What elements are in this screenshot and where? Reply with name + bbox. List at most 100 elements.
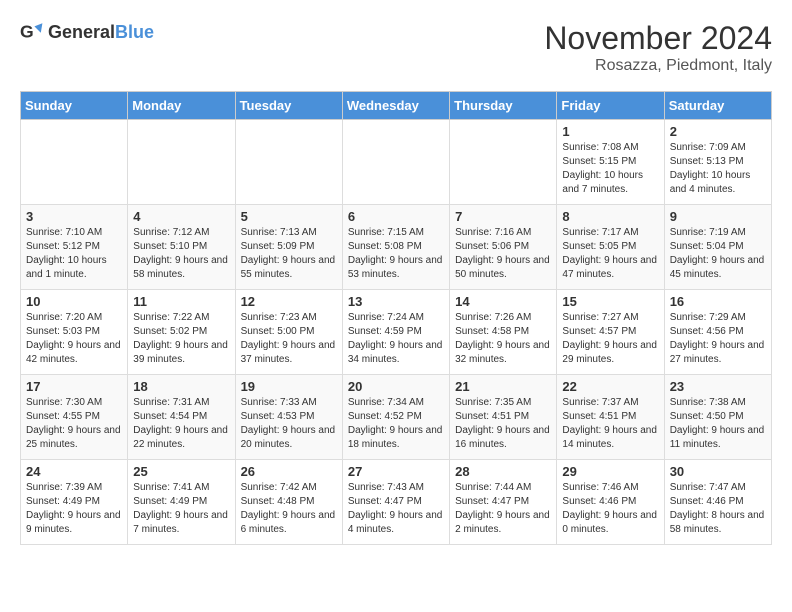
day-info: Sunrise: 7:46 AMSunset: 4:46 PMDaylight:… (562, 481, 658, 537)
calendar-cell: 11Sunrise: 7:22 AMSunset: 5:02 PMDayligh… (128, 290, 235, 375)
weekday-header-friday: Friday (557, 92, 664, 120)
weekday-header-wednesday: Wednesday (342, 92, 449, 120)
weekday-header-row: SundayMondayTuesdayWednesdayThursdayFrid… (21, 92, 772, 120)
day-info: Sunrise: 7:31 AMSunset: 4:54 PMDaylight:… (133, 396, 229, 452)
calendar-cell: 12 Sunrise: 7:23 AMSunset: 5:00 PMDayligh… (235, 290, 342, 375)
day-number: 7 (455, 209, 551, 224)
calendar-week-4: 17 Sunrise: 7:30 AMSunset: 4:55 PMDayligh… (21, 375, 772, 460)
calendar-week-1: 1 Sunrise: 7:08 AMSunset: 5:15 PMDaylight… (21, 120, 772, 205)
day-info: Sunrise: 7:47 AMSunset: 4:46 PMDaylight:… (670, 481, 766, 537)
day-number: 5 (241, 209, 337, 224)
calendar-cell: 18 Sunrise: 7:31 AMSunset: 4:54 PMDayligh… (128, 375, 235, 460)
day-info: Sunrise: 7:39 AMSunset: 4:49 PMDaylight:… (26, 481, 122, 537)
calendar-cell: 22 Sunrise: 7:37 AMSunset: 4:51 PMDayligh… (557, 375, 664, 460)
calendar-cell: 29 Sunrise: 7:46 AMSunset: 4:46 PMDayligh… (557, 460, 664, 545)
location-subtitle: Rosazza, Piedmont, Italy (544, 57, 772, 75)
calendar-cell: 24 Sunrise: 7:39 AMSunset: 4:49 PMDayligh… (21, 460, 128, 545)
calendar-cell: 23 Sunrise: 7:38 AMSunset: 4:50 PMDayligh… (664, 375, 771, 460)
day-info: Sunrise: 7:20 AMSunset: 5:03 PMDaylight:… (26, 311, 122, 367)
day-info: Sunrise: 7:34 AMSunset: 4:52 PMDaylight:… (348, 396, 444, 452)
calendar-cell (21, 120, 128, 205)
day-number: 8 (562, 209, 658, 224)
day-info: Sunrise: 7:30 AMSunset: 4:55 PMDaylight:… (26, 396, 122, 452)
day-number: 19 (241, 379, 337, 394)
day-number: 20 (348, 379, 444, 394)
calendar-cell: 25Sunrise: 7:41 AMSunset: 4:49 PMDayligh… (128, 460, 235, 545)
day-info: Sunrise: 7:43 AMSunset: 4:47 PMDaylight:… (348, 481, 444, 537)
day-number: 18 (133, 379, 229, 394)
weekday-header-thursday: Thursday (450, 92, 557, 120)
calendar-cell: 5 Sunrise: 7:13 AMSunset: 5:09 PMDaylight… (235, 205, 342, 290)
day-info: Sunrise: 7:15 AMSunset: 5:08 PMDaylight:… (348, 226, 444, 282)
calendar-week-5: 24 Sunrise: 7:39 AMSunset: 4:49 PMDayligh… (21, 460, 772, 545)
calendar-cell: 16 Sunrise: 7:29 AMSunset: 4:56 PMDayligh… (664, 290, 771, 375)
day-info: Sunrise: 7:38 AMSunset: 4:50 PMDaylight:… (670, 396, 766, 452)
day-number: 14 (455, 294, 551, 309)
day-info: Sunrise: 7:22 AMSunset: 5:02 PMDaylight:… (133, 311, 229, 367)
day-number: 17 (26, 379, 122, 394)
calendar-cell: 1 Sunrise: 7:08 AMSunset: 5:15 PMDaylight… (557, 120, 664, 205)
day-number: 12 (241, 294, 337, 309)
calendar-week-3: 10 Sunrise: 7:20 AMSunset: 5:03 PMDayligh… (21, 290, 772, 375)
day-number: 15 (562, 294, 658, 309)
weekday-header-monday: Monday (128, 92, 235, 120)
day-number: 2 (670, 124, 766, 139)
calendar-cell: 9 Sunrise: 7:19 AMSunset: 5:04 PMDaylight… (664, 205, 771, 290)
day-number: 30 (670, 464, 766, 479)
calendar-cell: 13 Sunrise: 7:24 AMSunset: 4:59 PMDayligh… (342, 290, 449, 375)
day-info: Sunrise: 7:27 AMSunset: 4:57 PMDaylight:… (562, 311, 658, 367)
calendar-cell: 4 Sunrise: 7:12 AMSunset: 5:10 PMDaylight… (128, 205, 235, 290)
day-info: Sunrise: 7:33 AMSunset: 4:53 PMDaylight:… (241, 396, 337, 452)
day-info: Sunrise: 7:17 AMSunset: 5:05 PMDaylight:… (562, 226, 658, 282)
day-number: 6 (348, 209, 444, 224)
calendar-cell: 26 Sunrise: 7:42 AMSunset: 4:48 PMDayligh… (235, 460, 342, 545)
calendar-cell: 10 Sunrise: 7:20 AMSunset: 5:03 PMDayligh… (21, 290, 128, 375)
day-number: 10 (26, 294, 122, 309)
day-info: Sunrise: 7:44 AMSunset: 4:47 PMDaylight:… (455, 481, 551, 537)
calendar-cell: 15 Sunrise: 7:27 AMSunset: 4:57 PMDayligh… (557, 290, 664, 375)
day-number: 16 (670, 294, 766, 309)
day-info: Sunrise: 7:29 AMSunset: 4:56 PMDaylight:… (670, 311, 766, 367)
day-info: Sunrise: 7:09 AMSunset: 5:13 PMDaylight:… (670, 141, 766, 197)
day-number: 25 (133, 464, 229, 479)
day-info: Sunrise: 7:12 AMSunset: 5:10 PMDaylight:… (133, 226, 229, 282)
day-info: Sunrise: 7:23 AMSunset: 5:00 PMDaylight:… (241, 311, 337, 367)
calendar-cell: 3Sunrise: 7:10 AMSunset: 5:12 PMDaylight… (21, 205, 128, 290)
day-number: 27 (348, 464, 444, 479)
calendar-cell (450, 120, 557, 205)
day-info: Sunrise: 7:42 AMSunset: 4:48 PMDaylight:… (241, 481, 337, 537)
calendar-cell (128, 120, 235, 205)
day-number: 28 (455, 464, 551, 479)
logo-blue: Blue (115, 22, 154, 42)
day-number: 4 (133, 209, 229, 224)
calendar-cell: 7Sunrise: 7:16 AMSunset: 5:06 PMDaylight… (450, 205, 557, 290)
day-info: Sunrise: 7:26 AMSunset: 4:58 PMDaylight:… (455, 311, 551, 367)
calendar-cell: 6 Sunrise: 7:15 AMSunset: 5:08 PMDaylight… (342, 205, 449, 290)
month-title: November 2024 (544, 20, 772, 57)
day-info: Sunrise: 7:13 AMSunset: 5:09 PMDaylight:… (241, 226, 337, 282)
calendar-cell (235, 120, 342, 205)
day-number: 29 (562, 464, 658, 479)
calendar-week-2: 3Sunrise: 7:10 AMSunset: 5:12 PMDaylight… (21, 205, 772, 290)
day-info: Sunrise: 7:35 AMSunset: 4:51 PMDaylight:… (455, 396, 551, 452)
day-number: 22 (562, 379, 658, 394)
weekday-header-tuesday: Tuesday (235, 92, 342, 120)
weekday-header-saturday: Saturday (664, 92, 771, 120)
day-number: 24 (26, 464, 122, 479)
day-info: Sunrise: 7:08 AMSunset: 5:15 PMDaylight:… (562, 141, 658, 197)
day-number: 13 (348, 294, 444, 309)
calendar-cell: 19 Sunrise: 7:33 AMSunset: 4:53 PMDayligh… (235, 375, 342, 460)
page-header: G GeneralBlue November 2024 Rosazza, Pie… (20, 20, 772, 75)
day-number: 9 (670, 209, 766, 224)
day-info: Sunrise: 7:37 AMSunset: 4:51 PMDaylight:… (562, 396, 658, 452)
calendar-cell: 14 Sunrise: 7:26 AMSunset: 4:58 PMDayligh… (450, 290, 557, 375)
logo: G GeneralBlue (20, 20, 154, 44)
day-number: 1 (562, 124, 658, 139)
day-info: Sunrise: 7:24 AMSunset: 4:59 PMDaylight:… (348, 311, 444, 367)
calendar-cell: 27 Sunrise: 7:43 AMSunset: 4:47 PMDayligh… (342, 460, 449, 545)
day-number: 23 (670, 379, 766, 394)
day-info: Sunrise: 7:19 AMSunset: 5:04 PMDaylight:… (670, 226, 766, 282)
day-info: Sunrise: 7:10 AMSunset: 5:12 PMDaylight:… (26, 226, 122, 282)
calendar-cell (342, 120, 449, 205)
day-number: 26 (241, 464, 337, 479)
